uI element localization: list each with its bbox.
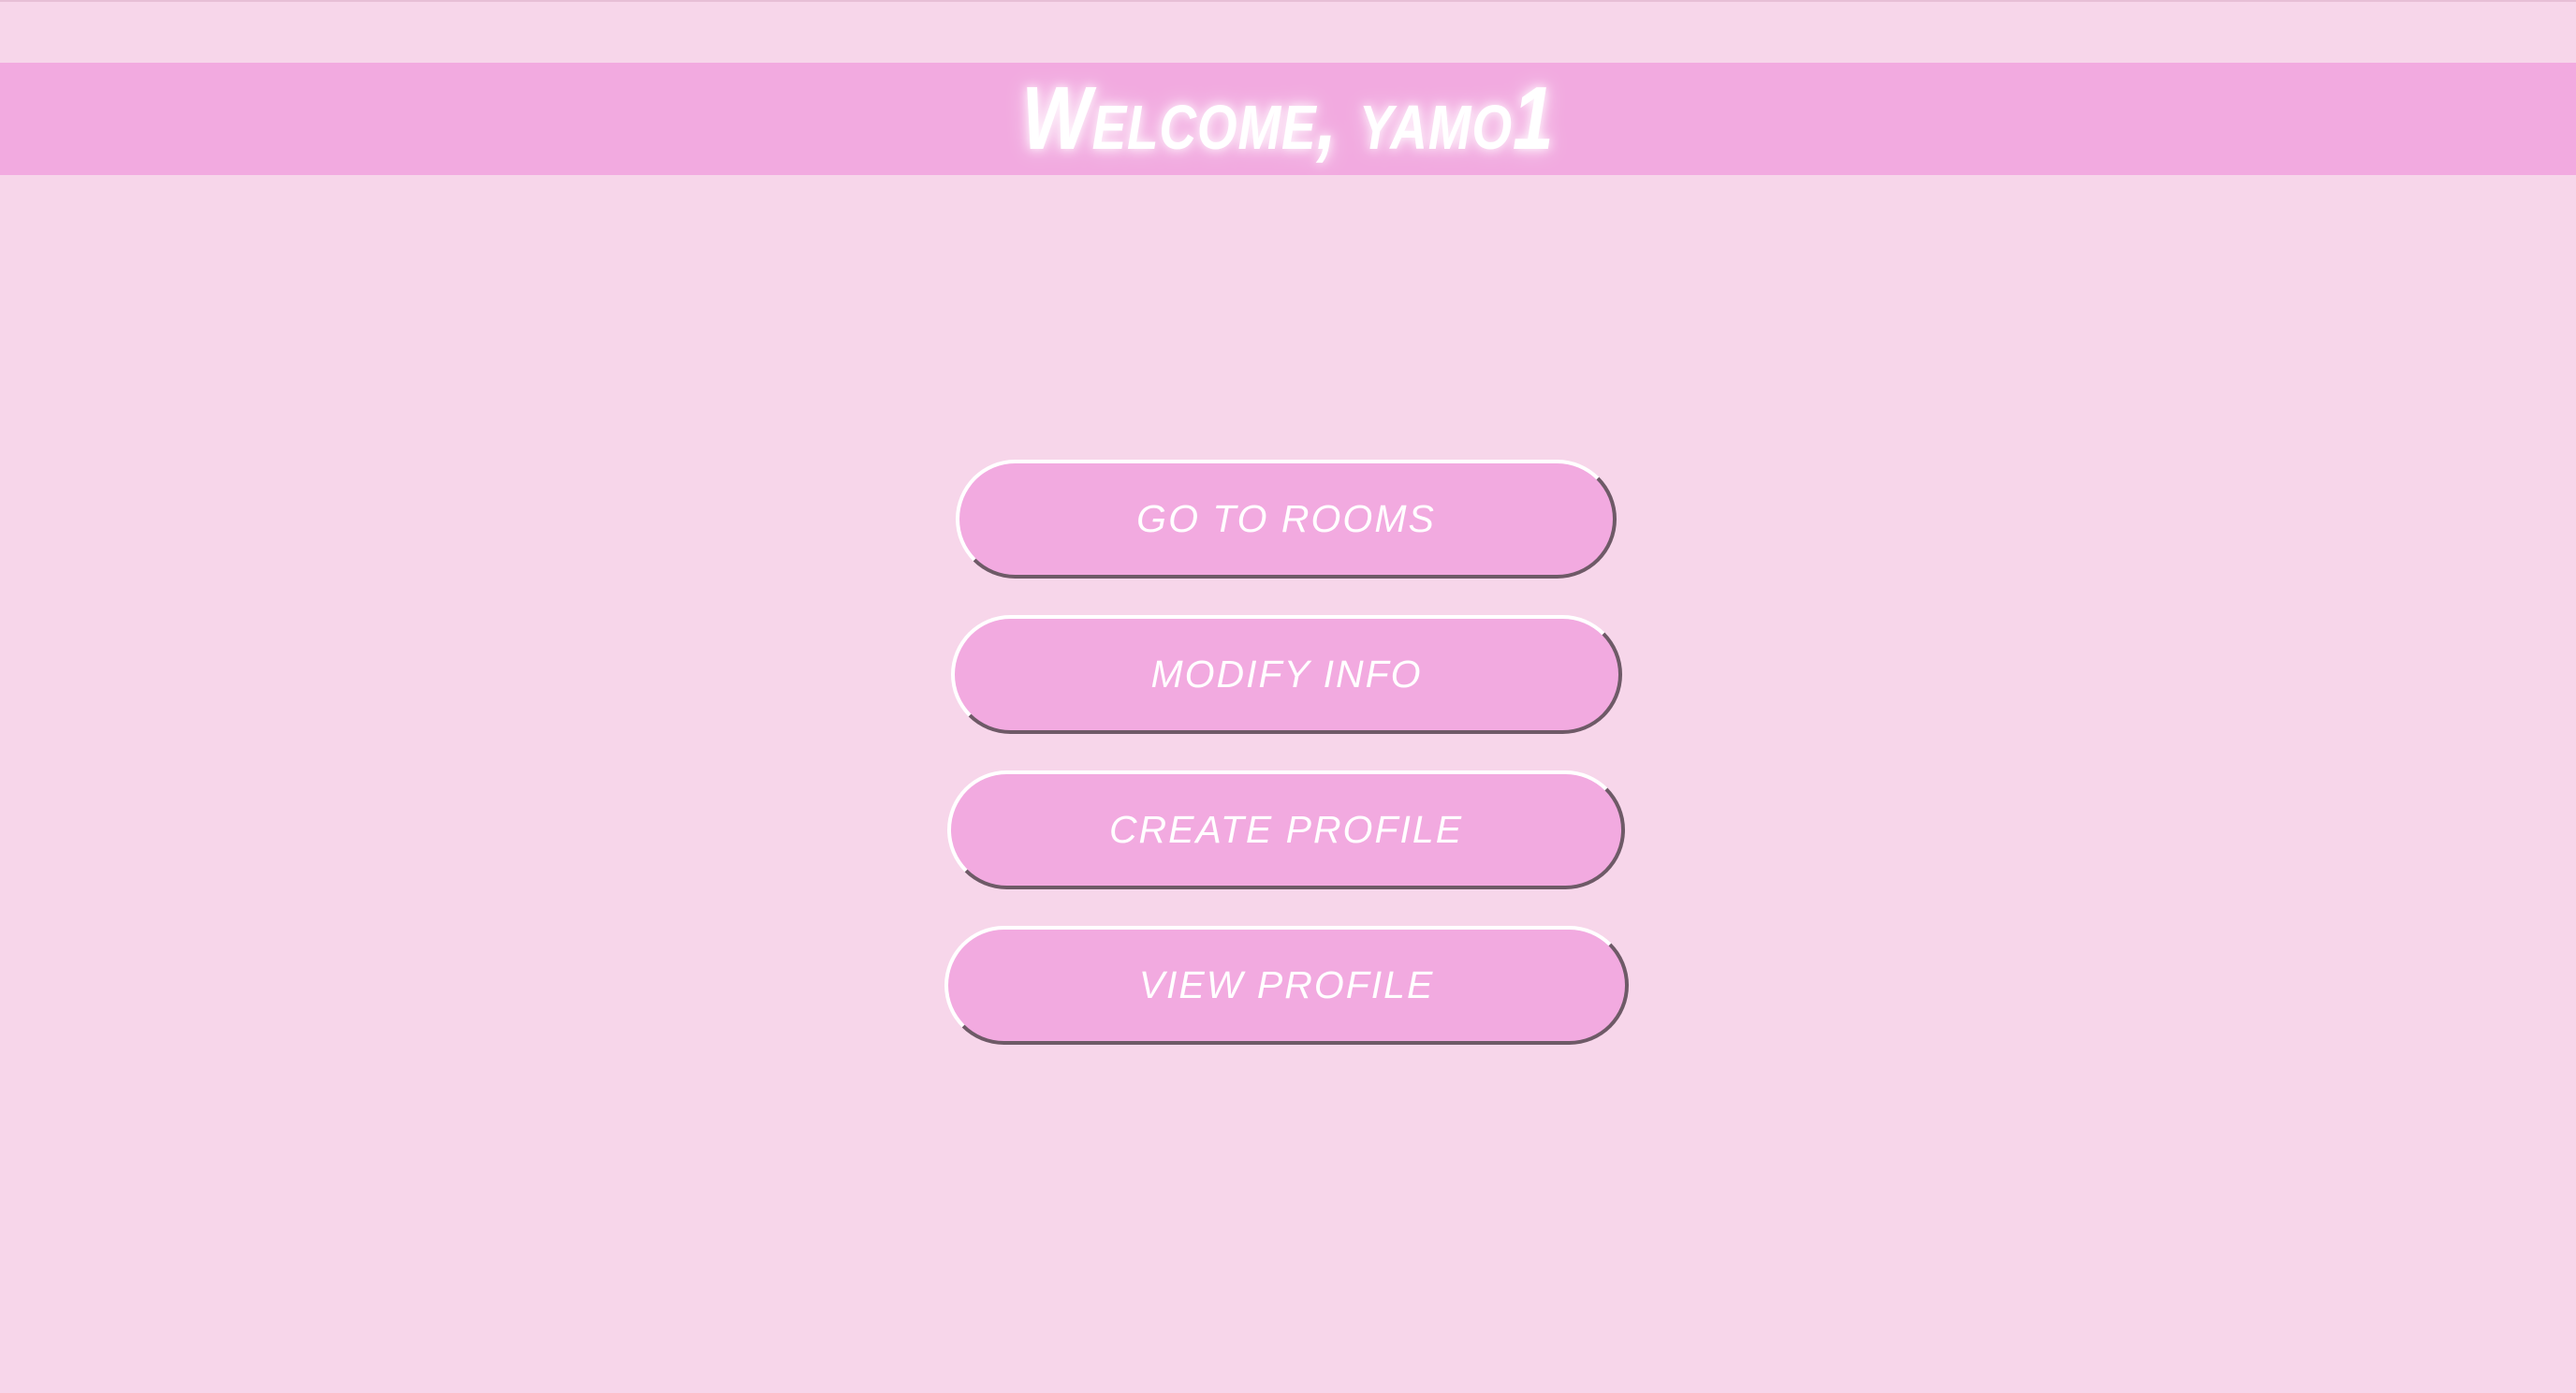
view-profile-button[interactable]: VIEW PROFILE: [944, 926, 1629, 1045]
view-profile-label: VIEW PROFILE: [1138, 963, 1435, 1006]
go-to-rooms-button[interactable]: GO TO ROOMS: [956, 460, 1617, 579]
create-profile-label: CREATE PROFILE: [1108, 808, 1464, 851]
create-profile-button[interactable]: CREATE PROFILE: [947, 770, 1625, 889]
go-to-rooms-label: GO TO ROOMS: [1136, 497, 1436, 540]
modify-info-button[interactable]: MODIFY INFO: [951, 615, 1622, 734]
main-menu: GO TO ROOMS MODIFY INFO CREATE PROFILE V…: [0, 0, 2576, 1393]
modify-info-label: MODIFY INFO: [1150, 653, 1423, 696]
